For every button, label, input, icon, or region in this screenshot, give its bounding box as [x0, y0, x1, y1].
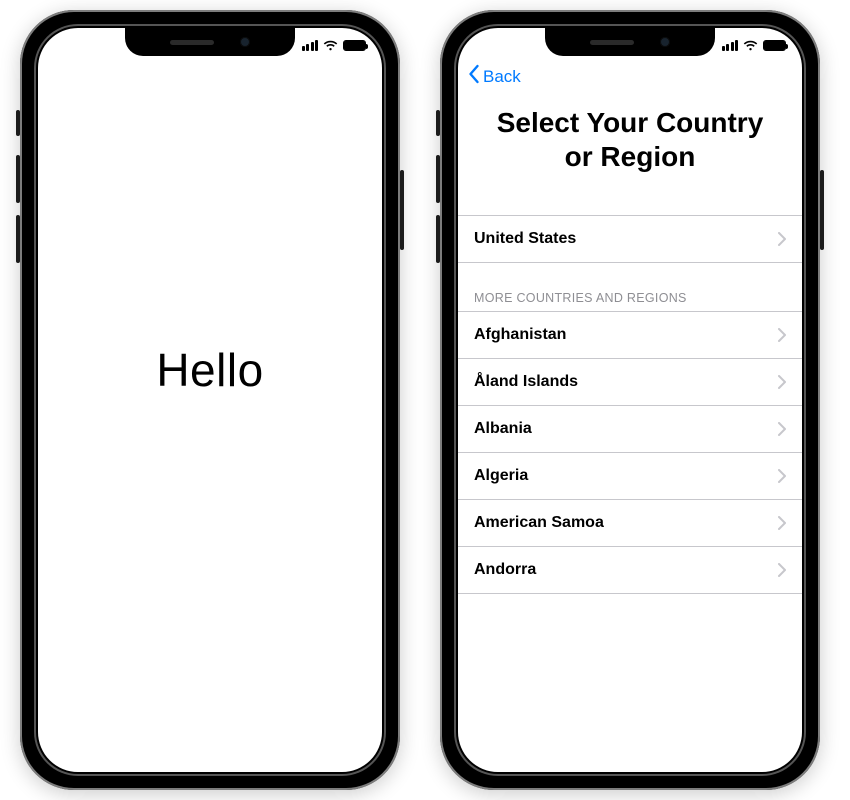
- country-label: Åland Islands: [474, 373, 578, 391]
- battery-icon: [763, 40, 786, 51]
- earpiece-speaker: [170, 40, 214, 45]
- iphone-frame-country: Back Select Your Country or Region Unite…: [440, 10, 820, 790]
- list-item-country[interactable]: Afghanistan: [458, 312, 802, 359]
- status-bar: [722, 34, 787, 56]
- volume-down-button: [16, 215, 20, 263]
- back-button[interactable]: Back: [468, 64, 521, 89]
- country-label: Andorra: [474, 561, 536, 579]
- chevron-right-icon: [778, 469, 786, 483]
- section-header-more: MORE COUNTRIES AND REGIONS: [458, 291, 802, 312]
- screen-hello: Hello: [38, 28, 382, 772]
- country-label: Algeria: [474, 467, 528, 485]
- volume-up-button: [16, 155, 20, 203]
- country-label: Afghanistan: [474, 326, 566, 344]
- mute-switch: [16, 110, 20, 136]
- hello-welcome: Hello: [38, 28, 382, 772]
- list-item-primary-country[interactable]: United States: [458, 215, 802, 263]
- notch: [545, 28, 715, 56]
- screen-select-country: Back Select Your Country or Region Unite…: [458, 28, 802, 772]
- country-label: United States: [474, 230, 576, 248]
- chevron-right-icon: [778, 563, 786, 577]
- battery-icon: [343, 40, 366, 51]
- volume-down-button: [436, 215, 440, 263]
- back-label: Back: [483, 67, 521, 87]
- iphone-frame-hello: Hello: [20, 10, 400, 790]
- hello-text: Hello: [156, 343, 263, 397]
- status-bar: [302, 34, 367, 56]
- earpiece-speaker: [590, 40, 634, 45]
- chevron-right-icon: [778, 232, 786, 246]
- cellular-signal-icon: [722, 40, 739, 51]
- notch: [125, 28, 295, 56]
- cellular-signal-icon: [302, 40, 319, 51]
- volume-up-button: [436, 155, 440, 203]
- list-item-country[interactable]: Andorra: [458, 547, 802, 594]
- wifi-icon: [323, 38, 338, 53]
- chevron-left-icon: [468, 64, 481, 89]
- list-item-country[interactable]: Albania: [458, 406, 802, 453]
- chevron-right-icon: [778, 422, 786, 436]
- list-item-country[interactable]: Algeria: [458, 453, 802, 500]
- country-list: United States MORE COUNTRIES AND REGIONS…: [458, 215, 802, 594]
- country-label: American Samoa: [474, 514, 604, 532]
- side-button: [820, 170, 824, 250]
- front-camera: [660, 37, 670, 47]
- side-button: [400, 170, 404, 250]
- chevron-right-icon: [778, 375, 786, 389]
- list-item-country[interactable]: American Samoa: [458, 500, 802, 547]
- mute-switch: [436, 110, 440, 136]
- chevron-right-icon: [778, 328, 786, 342]
- list-item-country[interactable]: Åland Islands: [458, 359, 802, 406]
- wifi-icon: [743, 38, 758, 53]
- chevron-right-icon: [778, 516, 786, 530]
- country-label: Albania: [474, 420, 532, 438]
- front-camera: [240, 37, 250, 47]
